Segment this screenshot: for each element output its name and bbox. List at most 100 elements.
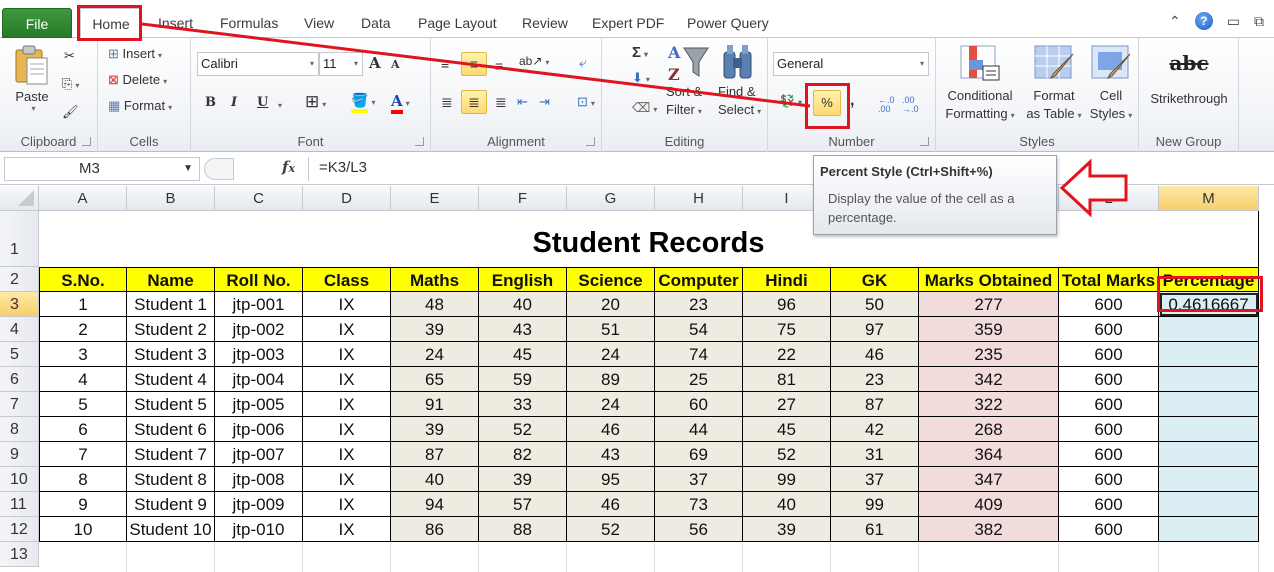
table-cell[interactable]: 39 — [391, 417, 479, 442]
italic-button[interactable]: I — [231, 95, 237, 110]
table-cell[interactable]: jtp-006 — [215, 417, 303, 442]
column-title-cell[interactable]: Roll No. — [215, 267, 303, 292]
table-cell[interactable]: 600 — [1059, 417, 1159, 442]
copy-icon[interactable]: ⎘ ▾ — [62, 76, 79, 92]
column-title-cell[interactable]: Computer — [655, 267, 743, 292]
table-cell[interactable]: 600 — [1059, 292, 1159, 317]
table-cell[interactable]: 51 — [567, 317, 655, 342]
table-cell[interactable]: 27 — [743, 392, 831, 417]
format-cells-button[interactable]: ▦ Format ▾ — [108, 98, 172, 114]
table-cell[interactable]: Student 8 — [127, 467, 215, 492]
fill-color-button[interactable]: 🪣 ▾ — [351, 92, 375, 113]
column-header-d[interactable]: D — [303, 186, 391, 211]
align-right-icon[interactable]: ≣ — [495, 94, 507, 111]
column-title-cell[interactable]: Maths — [391, 267, 479, 292]
table-cell[interactable]: 23 — [655, 292, 743, 317]
table-cell[interactable]: 382 — [919, 517, 1059, 542]
align-top-icon[interactable]: ≡ — [441, 56, 449, 72]
autosum-icon[interactable]: Σ ▾ — [632, 44, 648, 61]
table-cell[interactable]: 86 — [391, 517, 479, 542]
paste-dropdown-icon[interactable]: ▾ — [13, 104, 54, 113]
strikethrough-button[interactable]: abc Strikethrough — [1145, 48, 1233, 108]
table-cell[interactable]: Student 6 — [127, 417, 215, 442]
font-name-select[interactable]: Calibri ▾ — [197, 52, 319, 76]
table-cell[interactable]: 600 — [1059, 442, 1159, 467]
table-cell[interactable]: 37 — [655, 467, 743, 492]
table-cell[interactable]: 1 — [39, 292, 127, 317]
table-cell[interactable]: 3 — [39, 342, 127, 367]
shrink-font-icon[interactable]: A — [391, 58, 400, 71]
delete-cells-button[interactable]: ⊠ Delete ▾ — [108, 72, 167, 88]
table-cell[interactable]: jtp-004 — [215, 367, 303, 392]
table-cell[interactable]: 59 — [479, 367, 567, 392]
table-cell[interactable]: 46 — [567, 417, 655, 442]
table-cell[interactable]: 74 — [655, 342, 743, 367]
table-cell[interactable]: 42 — [831, 417, 919, 442]
table-cell[interactable] — [1159, 367, 1259, 392]
tab-view[interactable]: View — [294, 8, 344, 38]
table-cell[interactable]: jtp-005 — [215, 392, 303, 417]
minimize-icon[interactable]: ▭ — [1227, 13, 1240, 30]
orientation-icon[interactable]: ab↗ ▾ — [519, 54, 549, 68]
column-header-m[interactable]: M — [1159, 186, 1259, 211]
row-header-13[interactable]: 13 — [0, 542, 39, 567]
merge-center-icon[interactable]: ⊡ ▾ — [577, 94, 595, 110]
tab-insert[interactable]: Insert — [148, 8, 203, 38]
tab-file[interactable]: File — [2, 8, 72, 38]
insert-function-icon[interactable]: fx — [282, 158, 295, 176]
table-cell[interactable]: 87 — [831, 392, 919, 417]
tab-power-query[interactable]: Power Query — [677, 8, 779, 38]
table-cell[interactable]: 39 — [391, 317, 479, 342]
paste-button[interactable]: Paste ▾ — [10, 44, 54, 113]
table-cell[interactable]: 22 — [743, 342, 831, 367]
table-cell[interactable]: Student 2 — [127, 317, 215, 342]
font-color-button[interactable]: A ▾ — [391, 92, 410, 114]
table-cell[interactable]: 39 — [743, 517, 831, 542]
table-cell[interactable]: 75 — [743, 317, 831, 342]
column-header-g[interactable]: G — [567, 186, 655, 211]
table-cell[interactable]: 50 — [831, 292, 919, 317]
table-cell[interactable]: 40 — [743, 492, 831, 517]
table-cell[interactable]: 43 — [567, 442, 655, 467]
table-cell[interactable]: 268 — [919, 417, 1059, 442]
comma-style-button[interactable]: , — [850, 92, 854, 110]
table-cell[interactable]: 8 — [39, 467, 127, 492]
selected-cell-m3[interactable]: 0.4616667 — [1159, 292, 1259, 317]
table-cell[interactable]: 9 — [39, 492, 127, 517]
row-header-3[interactable]: 3 — [0, 292, 39, 317]
align-center-icon[interactable]: ≣ — [461, 90, 487, 114]
table-cell[interactable]: 277 — [919, 292, 1059, 317]
row-header-12[interactable]: 12 — [0, 517, 39, 542]
table-cell[interactable]: jtp-010 — [215, 517, 303, 542]
table-cell[interactable]: 600 — [1059, 492, 1159, 517]
number-format-select[interactable]: General ▾ — [773, 52, 929, 76]
alignment-launcher-icon[interactable] — [586, 137, 595, 146]
column-header-a[interactable]: A — [39, 186, 127, 211]
row-header-6[interactable]: 6 — [0, 367, 39, 392]
table-cell[interactable] — [1159, 467, 1259, 492]
cut-icon[interactable]: ✂ — [64, 48, 75, 64]
row-header-8[interactable]: 8 — [0, 417, 39, 442]
column-title-cell[interactable]: Hindi — [743, 267, 831, 292]
table-cell[interactable]: IX — [303, 517, 391, 542]
fill-icon[interactable]: ⬇ ▾ — [632, 70, 650, 86]
column-title-cell[interactable]: Name — [127, 267, 215, 292]
table-cell[interactable]: 73 — [655, 492, 743, 517]
underline-dropdown-icon[interactable]: ▾ — [275, 96, 282, 111]
table-cell[interactable]: 45 — [479, 342, 567, 367]
table-cell[interactable]: 409 — [919, 492, 1059, 517]
table-cell[interactable] — [1159, 392, 1259, 417]
column-title-cell[interactable]: Marks Obtained — [919, 267, 1059, 292]
column-header-f[interactable]: F — [479, 186, 567, 211]
table-cell[interactable] — [1159, 517, 1259, 542]
table-cell[interactable]: Student 10 — [127, 517, 215, 542]
table-cell[interactable]: 60 — [655, 392, 743, 417]
table-cell[interactable]: 61 — [831, 517, 919, 542]
clipboard-launcher-icon[interactable] — [82, 137, 91, 146]
formula-bar-resize-handle[interactable] — [204, 158, 234, 180]
column-title-cell[interactable]: Science — [567, 267, 655, 292]
insert-cells-button[interactable]: ⊞ Insert ▾ — [108, 46, 162, 62]
row-header-5[interactable]: 5 — [0, 342, 39, 367]
underline-button[interactable]: U — [257, 95, 268, 110]
table-cell[interactable]: IX — [303, 417, 391, 442]
